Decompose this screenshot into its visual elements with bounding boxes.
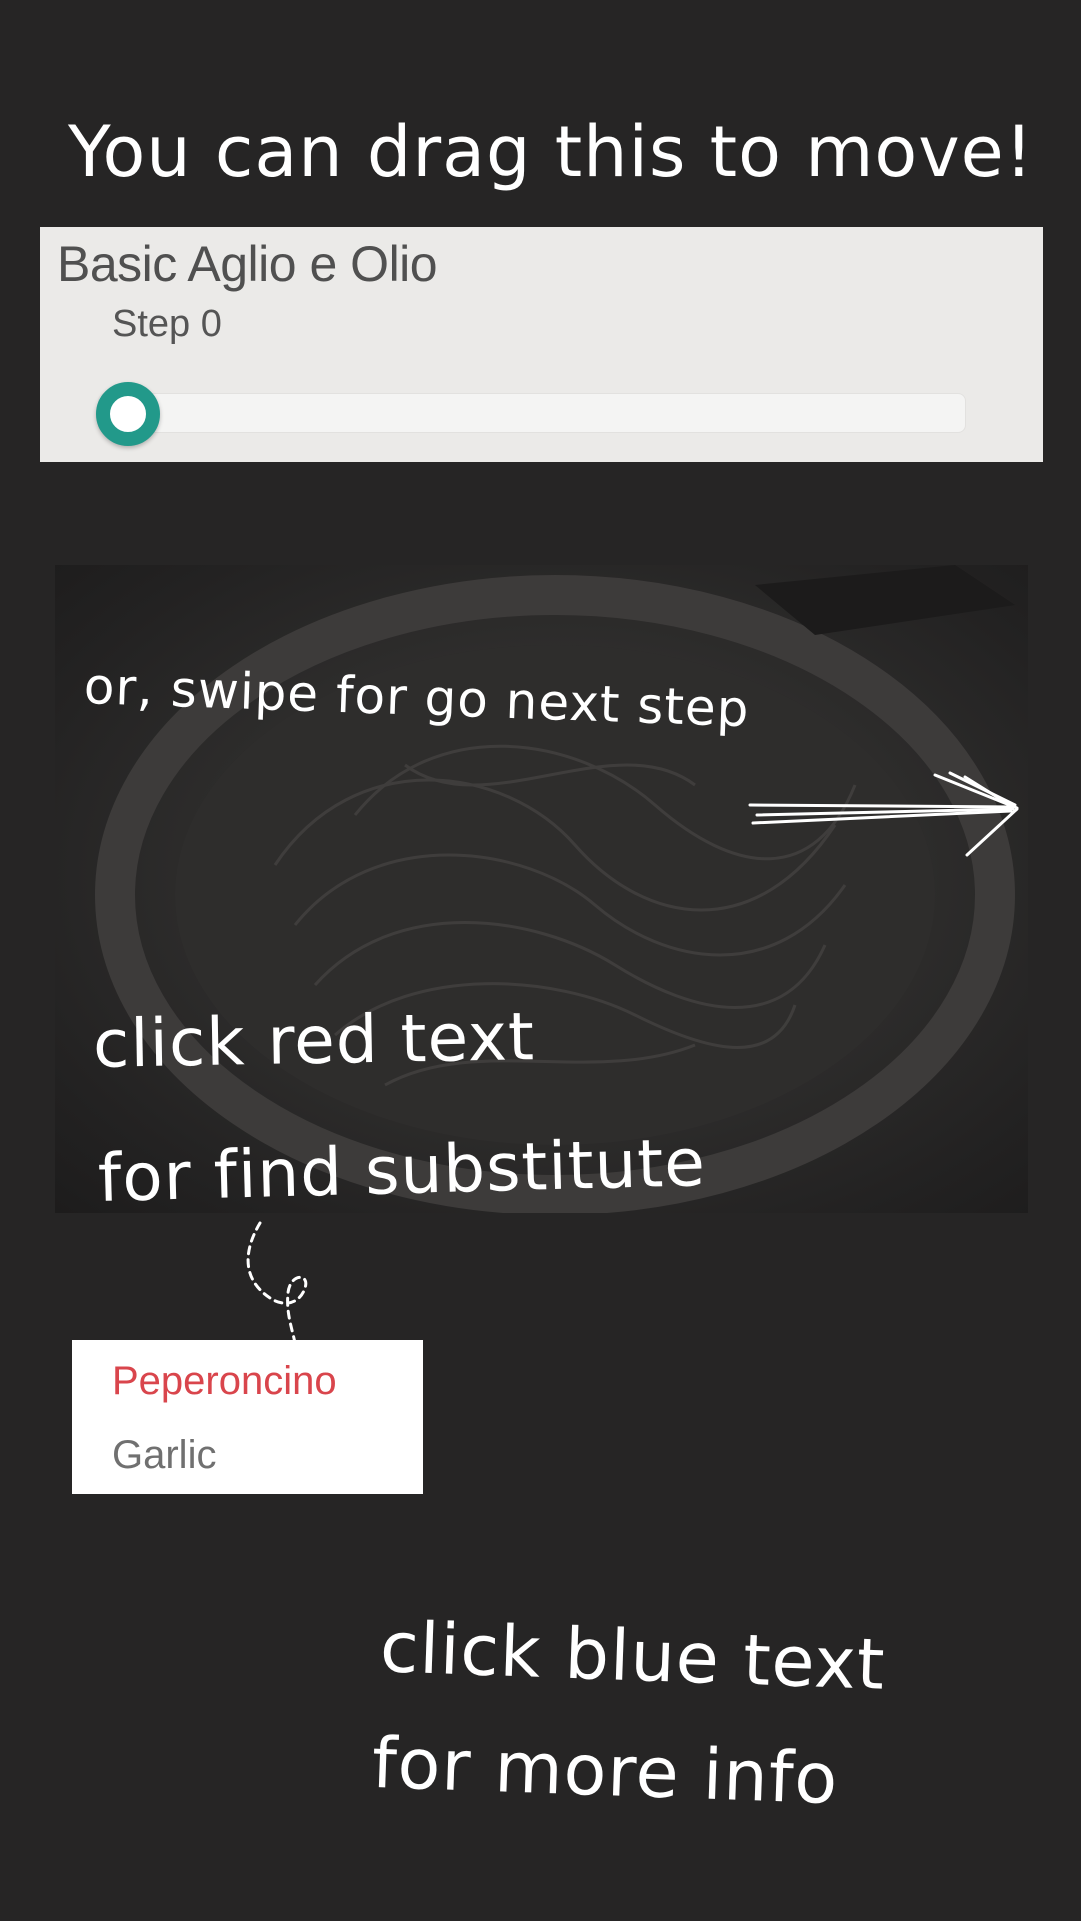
ingredient-list-card: Peperoncino Garlic: [72, 1340, 423, 1494]
recipe-title: Basic Aglio e Olio: [57, 236, 438, 292]
step-label: Step 0: [112, 303, 222, 345]
blue-text-hint-line1: click blue text: [378, 1606, 887, 1706]
dotted-arrow-icon: [230, 1218, 340, 1352]
step-slider-thumb[interactable]: [96, 382, 160, 446]
blue-text-hint-line2: for more info: [370, 1721, 840, 1821]
red-text-hint-line2: for find substitute: [97, 1124, 707, 1217]
drag-hint-text: You can drag this to move!: [68, 111, 1034, 193]
ingredient-item: Garlic: [112, 1433, 217, 1477]
recipe-step-card[interactable]: Basic Aglio e Olio Step 0: [40, 227, 1043, 462]
red-text-hint-line1: click red text: [92, 998, 536, 1083]
step-slider-track[interactable]: [98, 393, 966, 433]
ingredient-substitute-link[interactable]: Peperoncino: [112, 1356, 337, 1406]
right-arrow-icon: [745, 765, 1025, 869]
